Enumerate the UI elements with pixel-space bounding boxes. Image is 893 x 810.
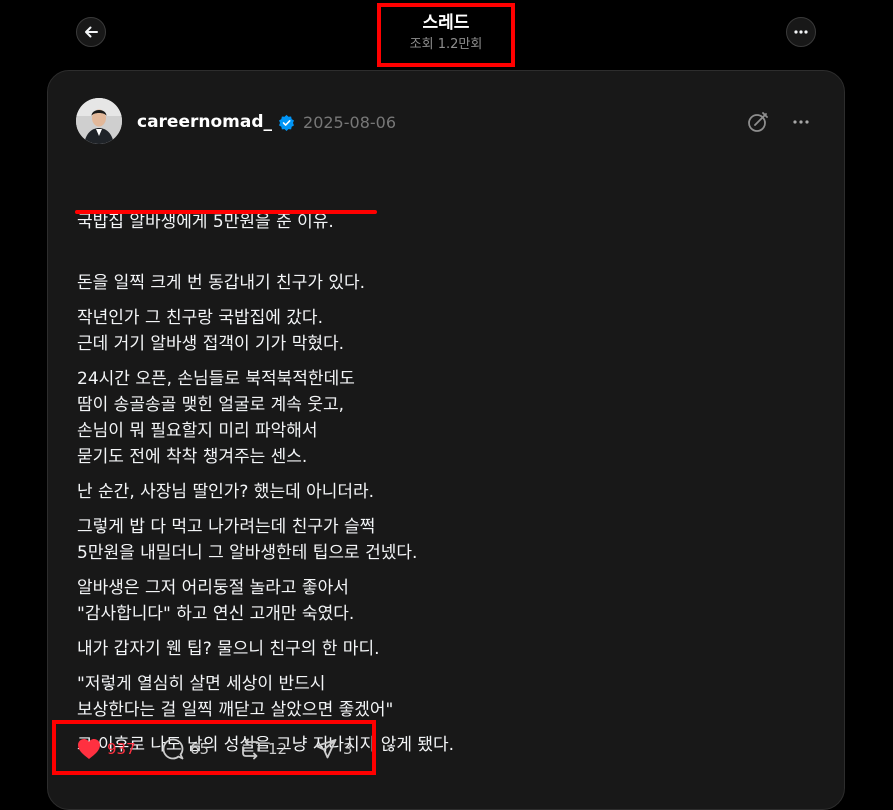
comment-count: 65	[190, 740, 210, 758]
repost-button[interactable]: 12	[240, 737, 287, 761]
repost-icon	[242, 738, 260, 760]
post-paragraph: 그렇게 밥 다 먹고 나가려는데 친구가 슬쩍 5만원을 내밀더니 그 알바생한…	[77, 517, 418, 563]
back-arrow-icon	[85, 26, 98, 38]
view-count: 조회 1.2만회	[409, 37, 483, 52]
post-paragraph: 난 순간, 사장님 딸인가? 했는데 아니더라.	[77, 482, 375, 502]
top-bar: 스레드 조회 1.2만회	[0, 0, 893, 70]
comment-icon	[162, 738, 184, 760]
post-body: 국밥집 알바생에게 5만원을 준 이유. 돈을 일찍 크게 번 동갑내기 친구가…	[75, 157, 817, 767]
note-icon[interactable]	[746, 110, 770, 134]
share-count: 3	[343, 740, 353, 758]
more-options-button[interactable]	[786, 17, 816, 47]
post-paragraph: 돈을 일찍 크게 번 동갑내기 친구가 있다.	[77, 273, 366, 293]
post-paragraph: 내가 갑자기 웬 팁? 물으니 친구의 한 마디.	[77, 639, 380, 659]
post-paragraph: 작년인가 그 친구랑 국밥집에 갔다. 근데 거기 알바생 접객이 기가 막혔다…	[77, 308, 345, 354]
back-button[interactable]	[76, 17, 106, 47]
page-title: 스레드	[422, 13, 470, 33]
post-paragraph: 국밥집 알바생에게 5만원을 준 이유.	[75, 157, 817, 261]
username[interactable]: careernomad_	[137, 112, 272, 132]
post-date: 2025-08-06	[303, 112, 396, 132]
avatar[interactable]	[76, 98, 122, 144]
like-button[interactable]: 937	[77, 737, 136, 761]
like-count: 937	[107, 740, 136, 758]
share-button[interactable]: 3	[315, 737, 353, 761]
more-icon	[794, 30, 808, 34]
post-headline: 국밥집 알바생에게 5만원을 준 이유.	[77, 212, 334, 232]
post-paragraph: 24시간 오픈, 손님들로 북적북적한데도 땀이 송골송골 맺힌 얼굴로 계속 …	[77, 369, 355, 467]
author-row: careernomad_ 2025-08-06	[137, 109, 396, 135]
comment-button[interactable]: 65	[162, 737, 209, 761]
repost-count: 12	[268, 740, 288, 758]
headline-underline	[75, 210, 377, 214]
heart-icon	[78, 739, 100, 759]
profile-photo	[76, 98, 122, 144]
post-more-icon[interactable]	[791, 114, 811, 130]
share-icon	[315, 739, 337, 759]
title-highlight-box: 스레드 조회 1.2만회	[377, 3, 515, 67]
verified-badge-icon	[279, 114, 294, 131]
post-paragraph: 알바생은 그저 어리둥절 놀라고 좋아서 "감사합니다" 하고 연신 고개만 숙…	[77, 578, 355, 624]
post-paragraph: "저렇게 열심히 살면 세상이 반드시 보상한다는 걸 일찍 깨닫고 살았으면 …	[77, 674, 394, 720]
